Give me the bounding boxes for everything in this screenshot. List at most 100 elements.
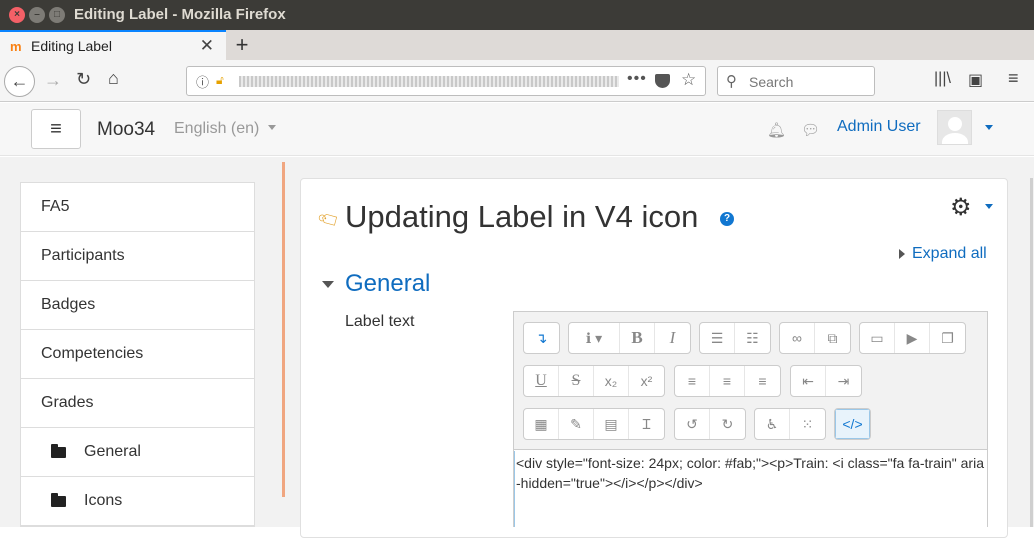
section-title[interactable]: General xyxy=(345,270,430,298)
paragraph-styles-icon[interactable]: ℹ ▾ xyxy=(569,323,620,353)
lock-icon[interactable]: 🔓︎ xyxy=(216,73,224,88)
outdent-icon[interactable]: ⇤ xyxy=(791,366,826,396)
drawer-item-label: FA5 xyxy=(41,198,70,215)
url-text-redacted[interactable] xyxy=(239,76,619,87)
toolbar-group-style: ℹ ▾ B I xyxy=(568,322,691,354)
bold-icon[interactable]: B xyxy=(620,323,655,353)
italic-icon[interactable]: I xyxy=(655,323,690,353)
drawer-item-label: Badges xyxy=(41,296,96,313)
manage-files-icon[interactable]: ❐ xyxy=(930,323,965,353)
menu-icon[interactable]: ≡ xyxy=(1008,68,1019,89)
sidebar-icon[interactable]: ▣ xyxy=(968,70,983,90)
html-editor: ↴ ℹ ▾ B I ☰ ☷ ∞ ⧉ ▭ ▶ ❐ U S x₂ x² ≡ ≡ ≡ … xyxy=(513,311,988,527)
drawer-item-fa5[interactable]: FA5 xyxy=(21,183,254,232)
toolbar-group-accessibility: ♿︎ ⁙ xyxy=(754,408,826,440)
drawer-item-label: Competencies xyxy=(41,345,144,362)
page-actions-button[interactable]: ••• xyxy=(627,70,647,88)
drawer-item-label: General xyxy=(84,443,141,460)
message-icon[interactable]: 💬︎ xyxy=(801,121,820,139)
align-center-icon[interactable]: ≡ xyxy=(710,366,745,396)
star-icon[interactable]: ☆ xyxy=(681,70,696,90)
moodle-favicon-icon: m xyxy=(10,39,22,54)
folder-icon xyxy=(51,493,66,507)
caret-right-icon xyxy=(899,249,905,259)
home-icon[interactable]: ⌂ xyxy=(108,68,119,89)
align-right-icon[interactable]: ≡ xyxy=(745,366,780,396)
pocket-icon[interactable] xyxy=(655,74,670,88)
drawer-item-label: Participants xyxy=(41,247,125,264)
toolbar-group-history: ↺ ↻ xyxy=(674,408,746,440)
unlink-icon[interactable]: ⧉ xyxy=(815,323,850,353)
site-name[interactable]: Moo34 xyxy=(97,119,155,141)
gear-icon[interactable]: ⚙ xyxy=(950,193,972,222)
page-title: Updating Label in V4 icon xyxy=(345,199,699,234)
window-title: Editing Label - Mozilla Firefox xyxy=(74,6,286,23)
equation-icon[interactable]: ▦ xyxy=(524,409,559,439)
search-placeholder: Search xyxy=(749,74,794,90)
drawer-item-label: Icons xyxy=(84,492,123,509)
toolbar-group-links: ∞ ⧉ xyxy=(779,322,851,354)
redo-icon[interactable]: ↻ xyxy=(710,409,745,439)
link-icon[interactable]: ∞ xyxy=(780,323,815,353)
collapse-section-icon[interactable] xyxy=(322,281,334,288)
drawer-item-competencies[interactable]: Competencies xyxy=(21,330,254,379)
drawer-item-label: Grades xyxy=(41,394,94,411)
strikethrough-icon[interactable]: S xyxy=(559,366,594,396)
toolbar-group-insert: ▦ ✎ ▤ Ɪ xyxy=(523,408,665,440)
back-icon[interactable]: ← xyxy=(4,66,35,97)
help-icon[interactable]: ? xyxy=(720,212,734,226)
special-character-icon[interactable]: ✎ xyxy=(559,409,594,439)
drawer-item-grades[interactable]: Grades xyxy=(21,379,254,428)
browser-navbar: ← → ↻ ⌂ ⓘ 🔓︎ ••• ☆ ⚲ Search |||\ ▣ ≡ xyxy=(0,60,1034,102)
new-tab-button[interactable]: + xyxy=(231,32,253,58)
ordered-list-icon[interactable]: ☷ xyxy=(735,323,770,353)
chevron-down-icon[interactable] xyxy=(268,125,276,130)
user-menu-chevron-icon[interactable] xyxy=(985,125,993,130)
window-close-button[interactable]: × xyxy=(9,7,25,23)
language-menu[interactable]: English (en) xyxy=(174,120,259,138)
drawer-toggle-button[interactable]: ≡ xyxy=(31,109,81,149)
url-bar[interactable]: ⓘ 🔓︎ ••• ☆ xyxy=(186,66,706,96)
subscript-icon[interactable]: x₂ xyxy=(594,366,629,396)
undo-icon[interactable]: ↺ xyxy=(675,409,710,439)
bell-icon[interactable]: 🔔︎ xyxy=(767,121,786,139)
tab-close-button[interactable]: ✕ xyxy=(200,36,214,56)
drawer-item-icons[interactable]: Icons xyxy=(21,477,254,526)
forward-icon[interactable]: → xyxy=(44,70,62,91)
page-scrollbar[interactable] xyxy=(1030,178,1033,527)
unordered-list-icon[interactable]: ☰ xyxy=(700,323,735,353)
drawer-item-general[interactable]: General xyxy=(21,428,254,477)
reload-icon[interactable]: ↻ xyxy=(76,69,91,90)
expand-all-link[interactable]: Expand all xyxy=(912,245,987,263)
indent-icon[interactable]: ⇥ xyxy=(826,366,861,396)
toolbar-group-lists: ☰ ☷ xyxy=(699,322,771,354)
table-icon[interactable]: ▤ xyxy=(594,409,629,439)
window-maximize-button[interactable]: □ xyxy=(49,7,65,23)
screenreader-helper-icon[interactable]: ⁙ xyxy=(790,409,825,439)
image-icon[interactable]: ▭ xyxy=(860,323,895,353)
window-minimize-button[interactable]: – xyxy=(29,7,45,23)
info-icon[interactable]: ⓘ xyxy=(196,72,209,91)
chevron-down-icon[interactable] xyxy=(985,204,993,209)
drawer-scrollbar[interactable] xyxy=(282,162,285,497)
library-icon[interactable]: |||\ xyxy=(934,70,951,88)
avatar[interactable] xyxy=(937,110,972,145)
tab-bar: m Editing Label ✕ + xyxy=(0,30,1034,60)
field-label: Label text xyxy=(345,313,415,330)
media-icon[interactable]: ▶ xyxy=(895,323,930,353)
show-more-buttons-icon[interactable]: ↴ xyxy=(524,323,559,353)
toolbar-group-collapse: ↴ xyxy=(523,322,560,354)
editor-source-textarea[interactable]: <div style="font-size: 24px; color: #fab… xyxy=(514,451,987,527)
search-input[interactable]: ⚲ Search xyxy=(717,66,875,96)
align-left-icon[interactable]: ≡ xyxy=(675,366,710,396)
clear-formatting-icon[interactable]: Ɪ xyxy=(629,409,664,439)
drawer-item-badges[interactable]: Badges xyxy=(21,281,254,330)
browser-tab[interactable]: m Editing Label ✕ xyxy=(0,30,226,60)
drawer-item-participants[interactable]: Participants xyxy=(21,232,254,281)
folder-icon xyxy=(51,444,66,458)
accessibility-checker-icon[interactable]: ♿︎ xyxy=(755,409,790,439)
user-menu-name[interactable]: Admin User xyxy=(837,118,921,136)
underline-icon[interactable]: U xyxy=(524,366,559,396)
superscript-icon[interactable]: x² xyxy=(629,366,664,396)
html-source-icon[interactable]: </> xyxy=(835,409,870,439)
